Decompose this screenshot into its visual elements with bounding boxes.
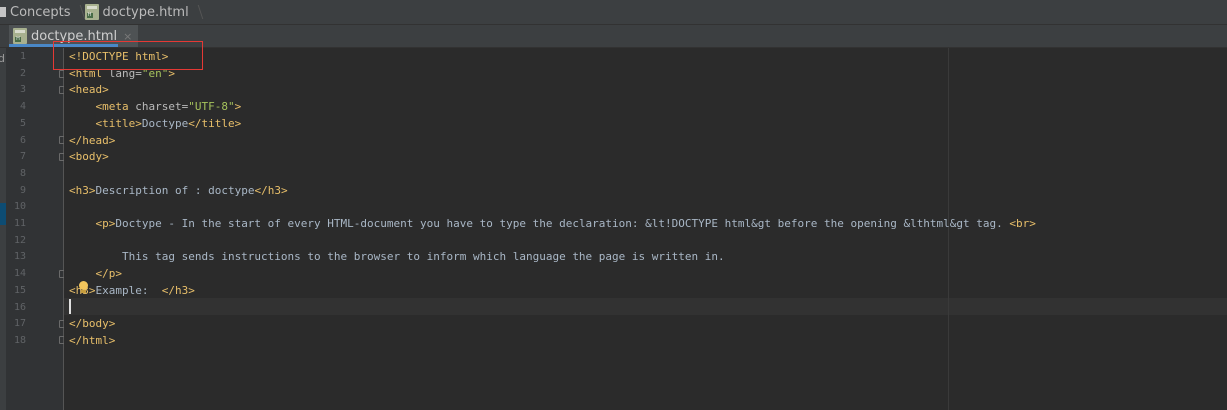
breadcrumb-separator	[191, 0, 201, 24]
html-file-icon: H	[84, 4, 99, 20]
breadcrumb-project[interactable]: Concepts	[0, 0, 71, 24]
line-number: 10	[13, 201, 26, 213]
breadcrumb-separator	[73, 0, 83, 24]
line-number: 5	[19, 117, 26, 129]
line-number: 16	[13, 301, 26, 313]
code-line-4: <meta charset="UTF-8">	[69, 100, 242, 114]
code-line-11: <p>Doctype - In the start of every HTML-…	[69, 217, 1036, 230]
line-number: 1	[19, 51, 26, 62]
code-line-9: <h3>Description of : doctype</h3>	[69, 183, 288, 197]
line-number: 6	[19, 134, 26, 146]
line-number: 17	[13, 318, 26, 330]
line-number: 3	[19, 84, 26, 96]
line-number: 9	[19, 184, 26, 196]
html-file-icon: H	[13, 28, 27, 44]
breadcrumb-project-label: Concepts	[10, 4, 71, 20]
text-caret	[69, 299, 71, 314]
line-number: 4	[19, 101, 26, 113]
code-line-6: </head>	[69, 133, 116, 147]
code-line-18: </html>	[69, 333, 116, 347]
lightbulb-icon[interactable]	[78, 281, 88, 294]
line-number: 13	[13, 251, 26, 263]
code-line-5: <title>Doctype</title>	[69, 116, 242, 130]
line-number: 8	[19, 167, 26, 179]
line-number: 14	[13, 268, 26, 280]
line-number: 7	[19, 151, 26, 163]
doctype-highlight-box	[53, 41, 203, 70]
line-number-gutter[interactable]: 1 2 3 4 5 6 7 8 9 10 11 12 13 14 15 16 1…	[6, 48, 66, 410]
line-number: 18	[13, 334, 26, 346]
line-number: 12	[13, 234, 26, 246]
code-line-7: <body>	[69, 150, 109, 164]
breadcrumb-file-label: doctype.html	[102, 4, 189, 20]
breadcrumb-file[interactable]: H doctype.html	[84, 0, 189, 24]
line-number: 2	[19, 67, 26, 79]
line-number: 15	[13, 284, 26, 296]
code-line-17: </body>	[69, 317, 116, 331]
code-line-13: This tag sends instructions to the brows…	[69, 250, 725, 264]
current-line-highlight	[64, 298, 1227, 315]
ide-window: Concepts H doctype.html H doctype.html ×…	[0, 0, 1227, 410]
code-line-14: </p>	[69, 267, 122, 281]
code-editor[interactable]: <!DOCTYPE html> <html lang="en"> <head> …	[64, 48, 1227, 410]
breadcrumb: Concepts H doctype.html	[0, 0, 1227, 25]
folder-icon	[0, 7, 6, 17]
line-number: 11	[13, 218, 26, 229]
tool-strip-label: d	[0, 52, 5, 65]
code-line-3: <head>	[69, 83, 109, 97]
